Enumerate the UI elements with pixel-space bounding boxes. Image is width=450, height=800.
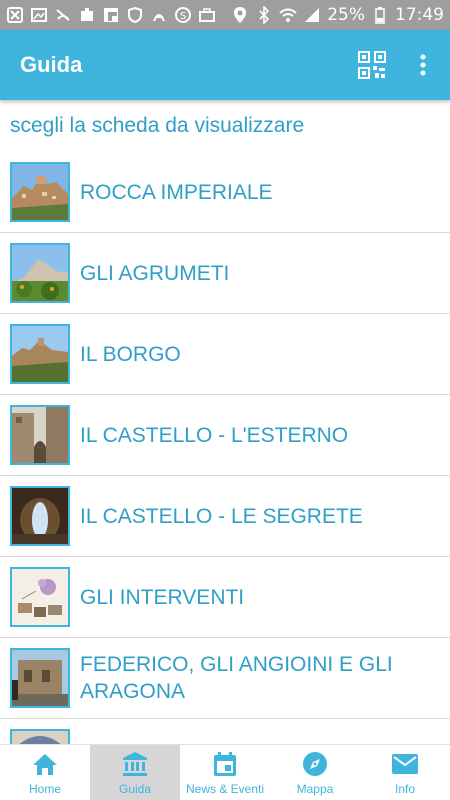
- bluetooth-icon: [255, 6, 273, 24]
- signal-icon: [303, 6, 321, 24]
- courtyard-photo: [10, 648, 70, 708]
- bottom-navigation: Home Guida News & Eventi Mappa Info: [0, 744, 450, 800]
- flipboard-icon: [102, 6, 120, 24]
- clock: 17:49: [395, 5, 444, 25]
- nav-label: Guida: [118, 781, 152, 796]
- upload-icon: [78, 6, 96, 24]
- nav-label: News & Eventi: [185, 781, 265, 796]
- works-photo: [10, 567, 70, 627]
- nav-mappa[interactable]: Mappa: [270, 745, 360, 800]
- list-item-gli-agrumeti[interactable]: GLI AGRUMETI: [0, 233, 450, 314]
- briefcase-icon: [198, 6, 216, 24]
- list-subtitle: scegli la scheda da visualizzare: [10, 114, 305, 137]
- nav-home[interactable]: Home: [0, 745, 90, 800]
- dungeon-photo: [10, 486, 70, 546]
- partial-photo: [10, 729, 70, 744]
- guide-list: ROCCA IMPERIALE GLI AGRUMETI IL BORGO IL…: [0, 152, 450, 744]
- app-bar: Guida: [0, 30, 450, 100]
- location-icon: [231, 6, 249, 24]
- mail-icon: [391, 750, 419, 778]
- nav-info[interactable]: Info: [360, 745, 450, 800]
- image-icon: [30, 6, 48, 24]
- item-label: IL CASTELLO - L'ESTERNO: [80, 423, 349, 447]
- status-bar: S 25% 17:49: [0, 0, 450, 30]
- citrus-photo: [10, 243, 70, 303]
- list-item-gli-interventi[interactable]: GLI INTERVENTI: [0, 557, 450, 638]
- qr-code-icon: [358, 51, 386, 79]
- list-item-rocca-imperiale[interactable]: ROCCA IMPERIALE: [0, 152, 450, 233]
- castle-exterior-photo: [10, 405, 70, 465]
- overflow-menu-button[interactable]: [416, 51, 430, 79]
- museum-icon: [121, 750, 149, 778]
- notification-icons: S: [6, 6, 216, 24]
- nav-label: Home: [28, 781, 61, 796]
- item-label: GLI INTERVENTI: [80, 585, 245, 609]
- pdf-icon: [150, 6, 168, 24]
- item-label: ROCCA IMPERIALE: [80, 180, 273, 204]
- notification-app-icon: [6, 6, 24, 24]
- nav-label: Info: [394, 781, 415, 796]
- battery-icon: [371, 6, 389, 24]
- skype-icon: S: [174, 6, 192, 24]
- item-label: IL CASTELLO - LE SEGRETE: [80, 504, 363, 528]
- list-item-federico[interactable]: FEDERICO, GLI ANGIOINI E GLI ARAGONA: [0, 638, 450, 719]
- more-vert-icon: [420, 54, 426, 76]
- battery-percent: 25%: [327, 5, 365, 25]
- home-icon: [31, 750, 59, 778]
- list-item-partial[interactable]: [0, 719, 450, 744]
- village-photo: [10, 324, 70, 384]
- svg-text:S: S: [180, 11, 186, 22]
- qr-scan-button[interactable]: [358, 51, 386, 79]
- list-item-castello-esterno[interactable]: IL CASTELLO - L'ESTERNO: [0, 395, 450, 476]
- shield-icon: [126, 6, 144, 24]
- town-photo: [10, 162, 70, 222]
- item-label: FEDERICO, GLI ANGIOINI E GLI ARAGONA: [80, 653, 393, 703]
- compass-icon: [301, 750, 329, 778]
- nav-guida[interactable]: Guida: [90, 745, 180, 800]
- missed-call-icon: [54, 6, 72, 24]
- calendar-icon: [211, 750, 239, 778]
- nav-label: Mappa: [296, 781, 334, 796]
- wifi-icon: [279, 6, 297, 24]
- nav-news-eventi[interactable]: News & Eventi: [180, 745, 270, 800]
- guide-content[interactable]: scegli la scheda da visualizzare ROCCA I…: [0, 100, 450, 744]
- item-label: IL BORGO: [80, 342, 181, 366]
- system-status: 25% 17:49: [231, 5, 444, 25]
- list-item-il-borgo[interactable]: IL BORGO: [0, 314, 450, 395]
- item-label: GLI AGRUMETI: [80, 261, 230, 285]
- page-title: Guida: [20, 52, 83, 77]
- list-item-castello-segrete[interactable]: IL CASTELLO - LE SEGRETE: [0, 476, 450, 557]
